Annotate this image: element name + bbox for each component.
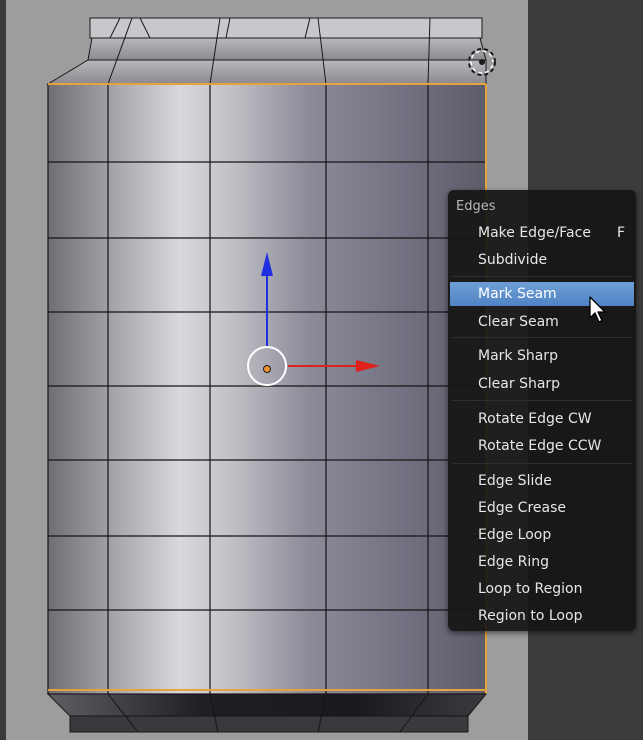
mouse-pointer-icon — [589, 296, 606, 323]
edges-context-menu: Edges Make Edge/Face F Subdivide Mark Se… — [448, 190, 636, 631]
menu-separator — [452, 400, 632, 401]
menu-item-label: Make Edge/Face — [478, 225, 591, 241]
menu-item-rotate-edge-ccw[interactable]: Rotate Edge CCW — [448, 434, 636, 458]
menu-item-label: Loop to Region — [478, 581, 583, 597]
menu-item-label: Region to Loop — [478, 608, 583, 624]
menu-title: Edges — [456, 199, 496, 214]
menu-item-edge-slide[interactable]: Edge Slide — [448, 469, 636, 493]
menu-item-rotate-edge-cw[interactable]: Rotate Edge CW — [448, 407, 636, 431]
menu-item-shortcut: F — [616, 225, 625, 241]
menu-item-label: Mark Sharp — [478, 348, 558, 364]
menu-separator — [452, 463, 632, 464]
menu-item-region-to-loop[interactable]: Region to Loop — [448, 604, 636, 628]
3d-viewport[interactable]: Edges Make Edge/Face F Subdivide Mark Se… — [0, 0, 643, 740]
menu-item-label: Subdivide — [478, 252, 548, 268]
menu-separator — [452, 337, 632, 338]
menu-item-label: Rotate Edge CW — [478, 411, 592, 427]
menu-item-label: Edge Slide — [478, 473, 552, 489]
menu-item-label: Edge Crease — [478, 500, 567, 516]
menu-item-label: Edge Loop — [478, 527, 552, 543]
menu-item-edge-ring[interactable]: Edge Ring — [448, 550, 636, 574]
menu-item-label: Clear Seam — [478, 314, 559, 330]
menu-item-loop-to-region[interactable]: Loop to Region — [448, 577, 636, 601]
menu-item-label: Rotate Edge CCW — [478, 438, 602, 454]
menu-item-edge-loop[interactable]: Edge Loop — [448, 523, 636, 547]
menu-item-mark-sharp[interactable]: Mark Sharp — [448, 344, 636, 368]
menu-item-make-edge-face[interactable]: Make Edge/Face F — [448, 221, 636, 245]
menu-item-label: Mark Seam — [478, 286, 557, 302]
menu-item-edge-crease[interactable]: Edge Crease — [448, 496, 636, 520]
menu-item-clear-sharp[interactable]: Clear Sharp — [448, 372, 636, 396]
menu-item-subdivide[interactable]: Subdivide — [448, 248, 636, 272]
menu-item-label: Edge Ring — [478, 554, 550, 570]
menu-separator — [452, 276, 632, 277]
menu-item-label: Clear Sharp — [478, 376, 561, 392]
